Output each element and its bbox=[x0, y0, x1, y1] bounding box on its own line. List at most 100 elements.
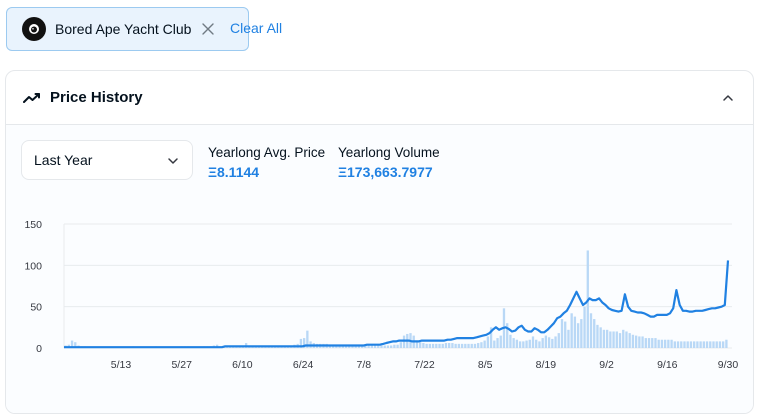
volume-bar bbox=[515, 339, 519, 348]
close-icon[interactable] bbox=[201, 22, 215, 36]
volume-bar bbox=[460, 343, 464, 348]
volume-bar bbox=[480, 342, 483, 348]
volume-bar bbox=[615, 331, 618, 348]
volume-bar bbox=[393, 344, 396, 348]
chart-grid bbox=[63, 223, 732, 349]
volume-bar bbox=[444, 343, 448, 348]
volume-bar bbox=[402, 335, 406, 348]
clear-all-link[interactable]: Clear All bbox=[230, 20, 282, 36]
volume-bar bbox=[538, 341, 541, 348]
volume-bar bbox=[631, 334, 635, 348]
y-tick-label: 100 bbox=[24, 260, 42, 272]
collection-filter-label: Bored Ape Yacht Club bbox=[55, 21, 192, 37]
chevron-up-icon[interactable] bbox=[721, 91, 735, 105]
volume-bar bbox=[663, 339, 667, 348]
volume-bar bbox=[486, 336, 490, 348]
volume-bar bbox=[609, 331, 612, 348]
price-history-panel: Price History Last Year Yearlong Avg. Pr… bbox=[5, 70, 754, 414]
volume-bar bbox=[657, 339, 660, 348]
volume-bar bbox=[686, 341, 689, 348]
volume-bar bbox=[644, 338, 647, 348]
volume-bar bbox=[641, 336, 644, 348]
volume-bar bbox=[383, 345, 386, 348]
volume-bar bbox=[634, 335, 638, 348]
price-line-path bbox=[64, 260, 730, 349]
price-history-chart[interactable]: 150 100 50 0 5/13 5/27 6/10 6/24 7/8 7/22 8/5 8/19… bbox=[6, 125, 753, 414]
volume-bar bbox=[557, 333, 560, 348]
volume-bar bbox=[419, 342, 422, 348]
volume-bar bbox=[692, 341, 696, 348]
y-tick-label: 150 bbox=[24, 219, 42, 231]
volume-bar bbox=[396, 344, 399, 348]
volume-bar bbox=[535, 339, 538, 348]
volume-bar bbox=[638, 336, 641, 348]
volume-bar bbox=[380, 345, 383, 348]
volume-bar bbox=[625, 331, 628, 348]
volume-bar bbox=[525, 340, 528, 348]
volume-bar bbox=[683, 341, 686, 348]
volume-bar bbox=[567, 329, 570, 348]
volume-bar bbox=[554, 336, 557, 348]
price-history-body: Last Year Yearlong Avg. Price Ξ8.1144 Ye… bbox=[6, 125, 753, 413]
volume-bar bbox=[390, 345, 393, 348]
volume-bar bbox=[576, 323, 580, 348]
volume-bar bbox=[547, 337, 551, 348]
price-history-header[interactable]: Price History bbox=[6, 71, 753, 125]
y-axis-ticks: 150 100 50 0 bbox=[24, 219, 42, 355]
volume-bar bbox=[464, 343, 467, 348]
volume-bar bbox=[651, 338, 654, 348]
volume-bar bbox=[531, 336, 535, 348]
volume-bar bbox=[702, 341, 705, 348]
volume-bar bbox=[709, 341, 712, 348]
volume-bar bbox=[612, 331, 615, 348]
x-tick-label: 9/2 bbox=[599, 359, 614, 371]
trending-line-icon bbox=[23, 91, 41, 105]
volume-bar bbox=[622, 329, 625, 348]
volume-bar bbox=[696, 341, 699, 348]
volume-bar bbox=[541, 338, 544, 348]
volume-bar bbox=[564, 321, 567, 348]
volume-bar bbox=[425, 343, 428, 348]
volume-bar bbox=[596, 324, 599, 348]
volume-bar bbox=[589, 313, 593, 348]
volume-bar bbox=[673, 341, 676, 348]
collection-filter-chip[interactable]: Bored Ape Yacht Club bbox=[6, 7, 249, 51]
volume-bar bbox=[618, 333, 622, 348]
volume-bar bbox=[435, 343, 438, 348]
volume-bar bbox=[457, 343, 461, 348]
x-tick-label: 9/30 bbox=[718, 359, 739, 371]
volume-bar bbox=[602, 329, 606, 348]
volume-bar bbox=[718, 341, 722, 348]
volume-bar bbox=[473, 343, 477, 348]
volume-bar bbox=[580, 319, 583, 348]
volume-bar bbox=[493, 340, 496, 348]
x-tick-label: 6/10 bbox=[232, 359, 253, 371]
ape-logo-icon bbox=[22, 17, 46, 41]
volume-bar bbox=[477, 343, 480, 348]
panel-title: Price History bbox=[50, 89, 143, 106]
y-tick-label: 0 bbox=[36, 343, 42, 355]
volume-bar bbox=[377, 345, 380, 348]
x-tick-label: 8/5 bbox=[478, 359, 493, 371]
volume-bar bbox=[431, 343, 435, 348]
volume-bar bbox=[670, 339, 673, 348]
volume-bar bbox=[467, 343, 470, 348]
volume-bar bbox=[689, 341, 693, 348]
volume-bar bbox=[676, 341, 680, 348]
volume-bar bbox=[509, 334, 512, 348]
y-tick-label: 50 bbox=[30, 302, 42, 314]
volume-bar bbox=[660, 339, 664, 348]
x-tick-label: 7/22 bbox=[414, 359, 435, 371]
volume-bar bbox=[551, 338, 554, 348]
volume-bar bbox=[499, 335, 502, 348]
x-tick-label: 6/24 bbox=[293, 359, 314, 371]
volume-bar bbox=[528, 339, 531, 348]
volume-bar bbox=[441, 343, 444, 348]
volume-bar bbox=[699, 341, 702, 348]
x-tick-label: 8/19 bbox=[536, 359, 557, 371]
volume-bar bbox=[448, 343, 451, 348]
volume-bar bbox=[573, 316, 577, 348]
volume-bar bbox=[593, 319, 596, 348]
volume-bar bbox=[628, 333, 631, 348]
volume-bar bbox=[438, 343, 441, 348]
